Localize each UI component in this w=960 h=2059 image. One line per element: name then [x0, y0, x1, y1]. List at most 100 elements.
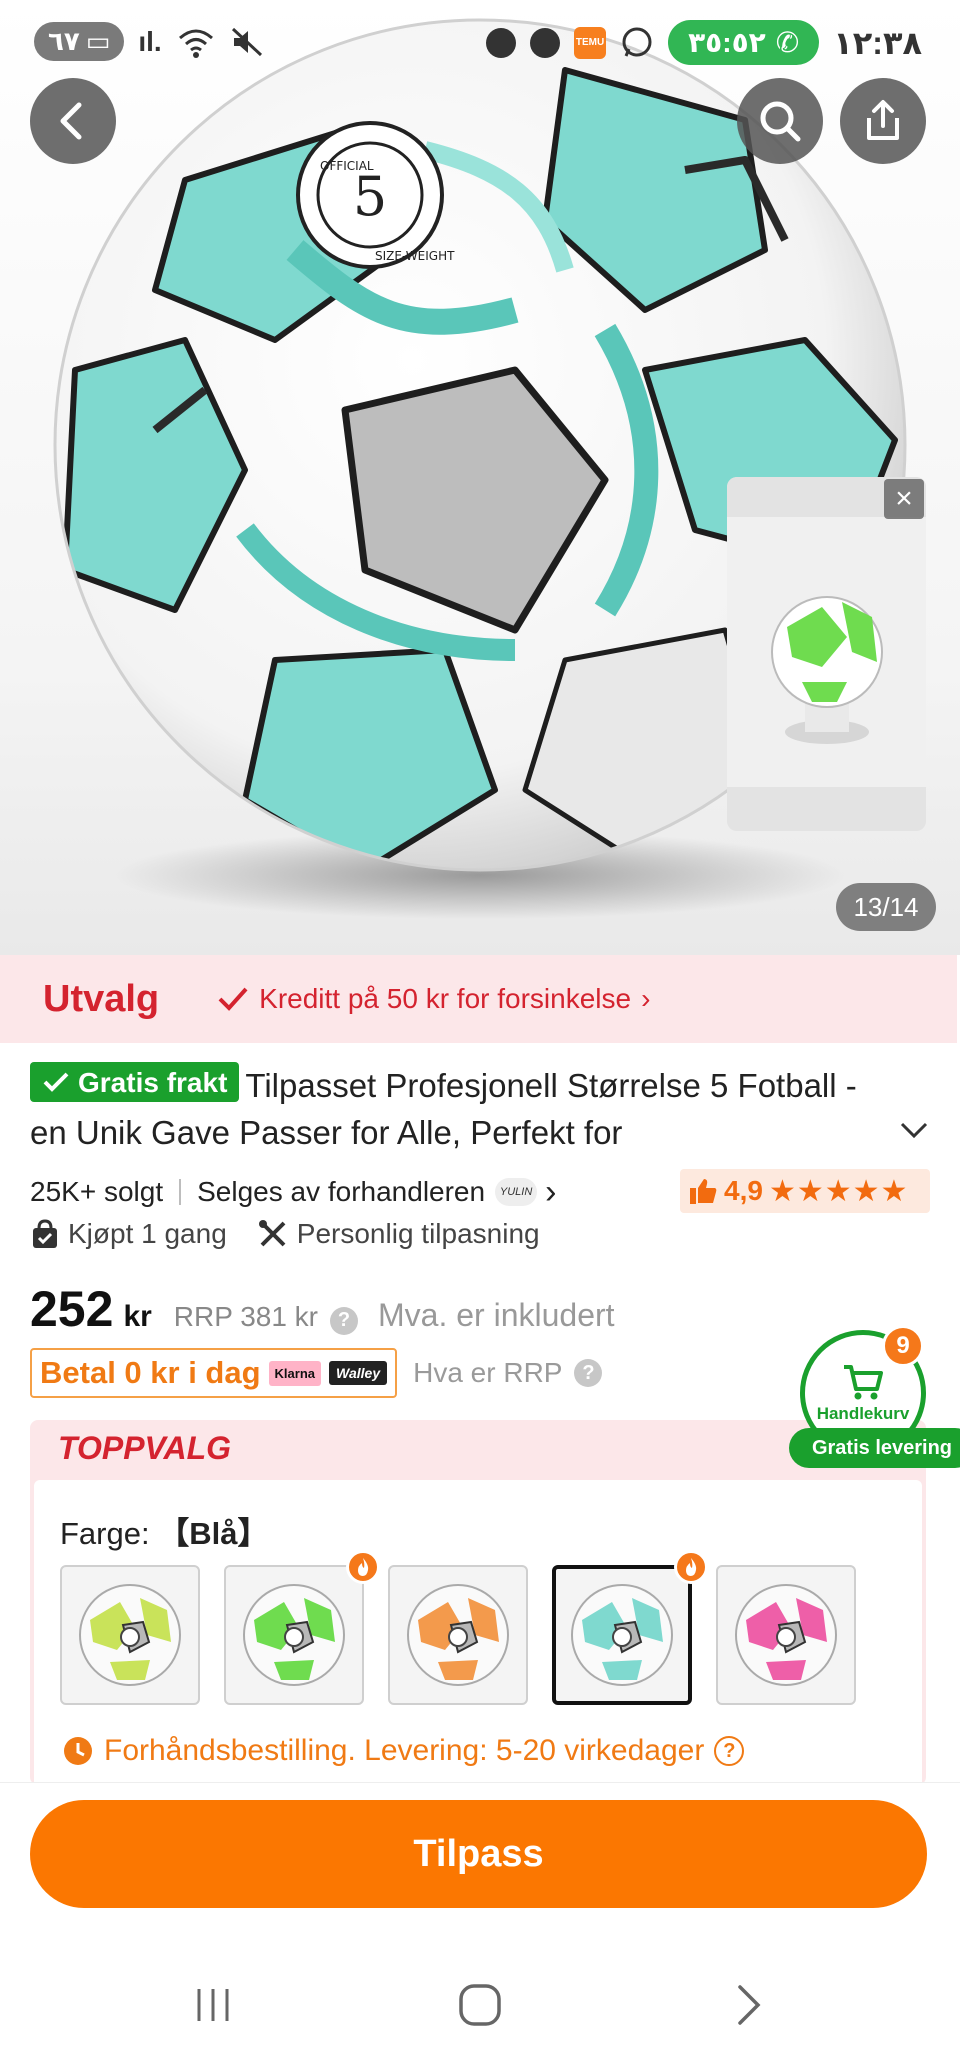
top-pick-title: TOPPVALG: [58, 1430, 232, 1466]
tools-icon: [258, 1220, 286, 1247]
price-unit: kr: [123, 1300, 152, 1333]
customization-tag: Personlig tilpasning: [257, 1218, 540, 1250]
share-button[interactable]: [840, 78, 926, 164]
promo-banner[interactable]: Utvalg Kreditt på 50 kr for forsinkelse …: [0, 955, 957, 1043]
seller-text: Selges av forhandleren: [197, 1176, 486, 1207]
svg-text:SIZE-WEIGHT: SIZE-WEIGHT: [375, 249, 455, 263]
search-icon: [760, 101, 801, 142]
thumbs-up-icon: [690, 1179, 717, 1204]
notification-dot-icon: [486, 27, 517, 58]
bottom-bar: Tilpass: [0, 1782, 960, 2059]
android-nav-bar: [0, 1953, 960, 2053]
color-swatch-blue[interactable]: [552, 1565, 692, 1705]
top-pick-panel: TOPPVALG Farge: 【Blå】 Forhåndsbestilling…: [30, 1420, 926, 1785]
rating-value: 4,9: [724, 1175, 763, 1206]
wifi-icon: [178, 29, 213, 58]
swatch-ball-image: [407, 1584, 509, 1686]
swatch-ball-image: [79, 1584, 181, 1686]
preorder-text: Forhåndsbestilling. Levering: 5-20 virke…: [104, 1734, 705, 1767]
checkmark-icon: [43, 1072, 69, 1092]
rrp-price: RRP 381 kr: [173, 1301, 319, 1332]
color-label-text: Farge:: [60, 1516, 150, 1551]
svg-text:5: 5: [353, 165, 387, 228]
battery-level: ٦٧: [48, 26, 80, 56]
close-icon: ×: [895, 482, 913, 515]
star-rating-icon: ★★★★★: [768, 1174, 909, 1208]
color-swatch-green[interactable]: [224, 1565, 364, 1705]
color-swatch-pink[interactable]: [716, 1565, 856, 1705]
svg-text:OFFICIAL: OFFICIAL: [320, 159, 374, 173]
bought-tag: Kjøpt 1 gang: [30, 1218, 227, 1250]
active-call-pill[interactable]: ٣٥:٥٢ ✆: [668, 20, 820, 65]
cart-icon: [844, 1365, 883, 1400]
vat-note: Mva. er inkludert: [378, 1297, 615, 1333]
sold-count: 25K+ solgt: [30, 1176, 164, 1207]
whatsapp-icon: [622, 27, 652, 57]
pay-later-badge[interactable]: Betal 0 kr i dag Klarna Walley: [30, 1348, 398, 1398]
home-icon: [459, 1984, 501, 2026]
back-button[interactable]: [30, 78, 116, 164]
klarna-logo: Klarna: [268, 1360, 321, 1386]
walley-logo: Walley: [329, 1361, 388, 1385]
clock: ١٢:٣٨: [833, 24, 922, 61]
chevron-right-icon: ›: [641, 983, 651, 1014]
status-bar-right: TEMU ٣٥:٥٢ ✆ ١٢:٣٨: [486, 20, 922, 65]
seller-logo: YULIN: [495, 1178, 538, 1206]
video-preview[interactable]: ×: [727, 477, 926, 831]
mute-icon: [231, 27, 262, 56]
rating-badge[interactable]: 4,9 ★★★★★: [680, 1169, 930, 1213]
battery-indicator: ٦٧ ▭: [34, 22, 125, 61]
expand-title-chevron-down-icon[interactable]: [896, 1116, 932, 1144]
recent-apps-icon: [197, 1989, 229, 2021]
clock-icon: [64, 1737, 92, 1765]
payment-row: Betal 0 kr i dag Klarna Walley Hva er RR…: [30, 1348, 603, 1398]
chevron-right-icon: ›: [545, 1172, 557, 1211]
seller-link[interactable]: Selges av forhandleren YULIN ›: [197, 1173, 556, 1212]
swatch-ball-image: [243, 1584, 345, 1686]
pay-later-text: Betal 0 kr i dag: [40, 1355, 261, 1390]
product-gallery[interactable]: 5 OFFICIAL SIZE-WEIGHT ٦٧ ▭ ıl. TEMU ٣٥:…: [0, 0, 960, 955]
promo-title: Utvalg: [43, 977, 160, 1020]
chevron-left-icon: [60, 102, 82, 140]
preorder-notice[interactable]: Forhåndsbestilling. Levering: 5-20 virke…: [62, 1734, 745, 1768]
messenger-icon: [530, 27, 561, 58]
back-nav-button[interactable]: [718, 1975, 778, 2035]
swatch-ball-image: [571, 1584, 673, 1686]
product-title-block[interactable]: Gratis frakt Tilpasset Profesjonell Stør…: [30, 1062, 890, 1156]
color-label: Farge: 【Blå】: [60, 1508, 268, 1553]
rrp-help-link[interactable]: Hva er RRP ?: [413, 1357, 603, 1389]
promo-text: Kreditt på 50 kr for forsinkelse: [259, 983, 632, 1014]
color-swatch-yellow[interactable]: [60, 1565, 200, 1705]
divider: [179, 1179, 182, 1205]
home-button[interactable]: [450, 1975, 510, 2035]
video-preview-image: [727, 477, 926, 831]
checkmark-icon: [218, 987, 248, 1011]
cart-count-badge: 9: [882, 1325, 924, 1367]
customization-text: Personlig tilpasning: [296, 1218, 540, 1249]
hot-flame-icon: [674, 1550, 708, 1584]
customize-button[interactable]: Tilpass: [30, 1800, 927, 1908]
phone-icon: ✆: [775, 27, 800, 58]
call-timer: ٣٥:٥٢: [688, 27, 766, 58]
free-shipping-label: Gratis frakt: [78, 1066, 228, 1098]
status-bar: ٦٧ ▭ ıl. TEMU ٣٥:٥٢ ✆ ١٢:٣٨: [0, 0, 960, 86]
swatch-ball-image: [735, 1584, 837, 1686]
help-icon[interactable]: ?: [330, 1306, 359, 1335]
temu-app-icon: TEMU: [574, 26, 607, 59]
signal-icon: ıl.: [138, 25, 162, 57]
help-icon: ?: [574, 1359, 603, 1387]
price-row: 252 kr RRP 381 kr ? Mva. er inkludert: [30, 1280, 615, 1338]
free-shipping-badge: Gratis frakt: [30, 1062, 240, 1102]
color-swatch-orange[interactable]: [388, 1565, 528, 1705]
rrp-help-text: Hva er RRP: [413, 1357, 563, 1388]
image-counter: 13/14: [836, 883, 936, 931]
search-button[interactable]: [737, 78, 823, 164]
cart-label: Handlekurv: [816, 1404, 910, 1423]
recent-apps-button[interactable]: [183, 1975, 243, 2035]
shopping-bag-icon: [33, 1219, 57, 1248]
close-video-button[interactable]: ×: [884, 479, 924, 519]
battery-icon: ▭: [85, 26, 111, 56]
bought-text: Kjøpt 1 gang: [68, 1218, 227, 1249]
variant-selector: Farge: 【Blå】 Forhåndsbestilling. Leverin…: [34, 1480, 922, 1785]
promo-credit-link[interactable]: Kreditt på 50 kr for forsinkelse ›: [217, 983, 650, 1015]
